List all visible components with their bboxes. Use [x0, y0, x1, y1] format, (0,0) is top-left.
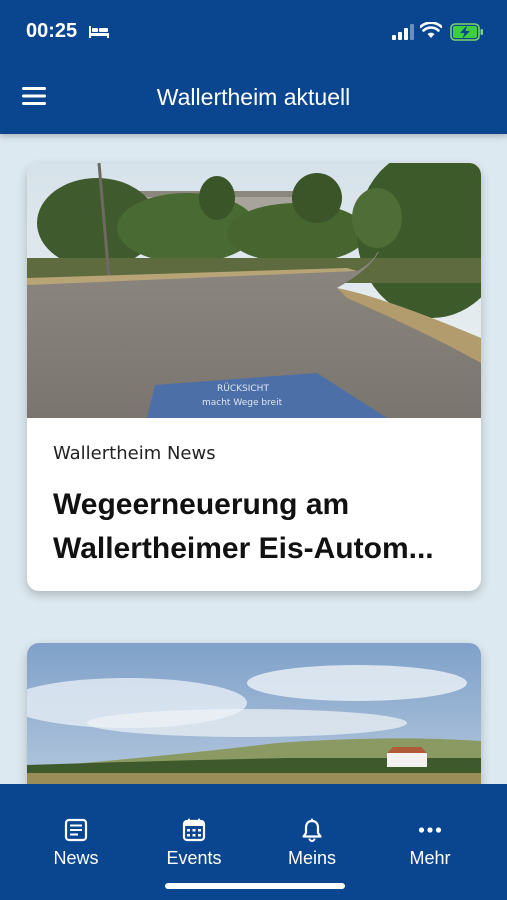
- page-title: Wallertheim aktuell: [156, 84, 351, 110]
- app-header: 00:25 Wallertheim aktuell: [0, 0, 507, 134]
- tab-news[interactable]: News: [17, 784, 135, 874]
- news-headline-line1: Wegeerneuerung am: [53, 488, 350, 521]
- tab-meins-label: Meins: [287, 848, 336, 868]
- tab-mehr-label: Mehr: [409, 848, 451, 868]
- news-source: Wallertheim News: [53, 443, 216, 464]
- news-headline: Wegeerneuerung am Wallertheimer Eis-Auto…: [53, 483, 463, 571]
- bed-icon: [89, 26, 109, 38]
- battery-charging-icon: [450, 23, 483, 41]
- cellular-signal-icon: [392, 24, 414, 40]
- home-indicator[interactable]: [165, 883, 345, 889]
- sign-text-line1: RÜCKSICHT: [217, 383, 269, 394]
- tab-events-label: Events: [166, 848, 222, 868]
- wifi-icon: [420, 22, 442, 38]
- tab-meins[interactable]: Meins: [253, 784, 371, 874]
- more-dots-icon: [418, 827, 442, 833]
- status-time: 00:25: [26, 20, 78, 42]
- news-card-image: RÜCKSICHT macht Wege breit: [27, 163, 481, 418]
- calendar-icon: [182, 818, 206, 842]
- sign-text-line2: macht Wege breit: [202, 398, 283, 408]
- news-headline-line2: Wallertheimer Eis-Autom...: [53, 532, 434, 565]
- news-feed[interactable]: RÜCKSICHT macht Wege breit Wallertheim N…: [0, 134, 507, 784]
- tab-events[interactable]: Events: [135, 784, 253, 874]
- tab-news-label: News: [53, 848, 99, 868]
- news-card[interactable]: RÜCKSICHT macht Wege breit Wallertheim N…: [27, 163, 481, 591]
- newspaper-icon: [64, 818, 88, 842]
- news-card[interactable]: [27, 643, 481, 784]
- news-card-image: [27, 643, 481, 784]
- tab-mehr[interactable]: Mehr: [371, 784, 489, 874]
- bell-icon: [302, 818, 322, 842]
